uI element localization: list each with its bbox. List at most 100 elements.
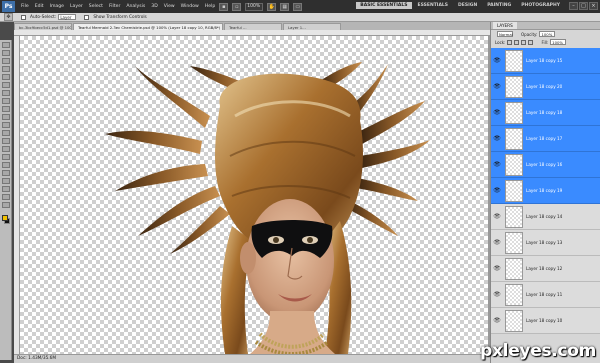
status-bar: Doc: 1.43M/35.6M — [14, 354, 490, 363]
path-selection-tool[interactable] — [2, 170, 10, 176]
visibility-eye-icon[interactable]: 👁 — [493, 239, 501, 247]
blend-opacity-row: Normal Opacity: 100% — [491, 30, 600, 38]
layer-row[interactable]: 👁 Layer 18 copy 12 — [491, 256, 600, 282]
layer-row[interactable]: 👁 Layer 18 copy 13 — [491, 230, 600, 256]
visibility-eye-icon[interactable]: 👁 — [493, 83, 501, 91]
marquee-tool[interactable] — [2, 50, 10, 56]
workspace-design[interactable]: DESIGN — [454, 2, 481, 9]
eraser-tool[interactable] — [2, 122, 10, 128]
shape-tool[interactable] — [2, 178, 10, 184]
move-tool[interactable] — [2, 42, 10, 48]
blur-tool[interactable] — [2, 138, 10, 144]
visibility-eye-icon[interactable]: 👁 — [493, 317, 501, 325]
menu-help[interactable]: Help — [205, 4, 215, 9]
menu-analysis[interactable]: Analysis — [126, 4, 145, 9]
document-tab-active[interactable]: Tearful Mermaid 2.3ec Chemistrie.psd @ 1… — [73, 23, 223, 30]
hand-tool[interactable] — [2, 194, 10, 200]
document-tab[interactable]: Tearful ... — [224, 23, 282, 30]
workspace-switcher: BASIC ESSENTIALS ESSENTIALS DESIGN PAINT… — [354, 2, 564, 9]
layer-name: Layer 18 copy 11 — [526, 292, 563, 297]
minimize-button[interactable]: – — [569, 2, 578, 10]
layer-row[interactable]: 👁 Layer 18 copy 15 — [491, 48, 600, 74]
layer-row[interactable]: 👁 Layer 18 copy 18 — [491, 100, 600, 126]
menu-edit[interactable]: Edit — [35, 4, 44, 9]
menu-filter[interactable]: Filter — [109, 4, 120, 9]
layer-row[interactable]: 👁 Layer 18 copy 11 — [491, 282, 600, 308]
menu-select[interactable]: Select — [89, 4, 103, 9]
lock-transparency-icon[interactable] — [507, 39, 513, 45]
menu-window[interactable]: Window — [181, 4, 199, 9]
options-bar: ✥ Auto-Select: Layer Show Transform Cont… — [0, 13, 600, 22]
show-transform-checkbox[interactable] — [84, 14, 90, 20]
layer-thumbnail — [505, 309, 523, 332]
auto-select-dropdown[interactable]: Layer — [58, 14, 77, 20]
visibility-eye-icon[interactable]: 👁 — [493, 161, 501, 169]
3d-rotate-tool[interactable] — [2, 186, 10, 192]
visibility-eye-icon[interactable]: 👁 — [493, 213, 501, 221]
layer-name: Layer 18 copy 16 — [526, 162, 563, 167]
opacity-input[interactable]: 100% — [539, 31, 556, 37]
menu-3d[interactable]: 3D — [151, 4, 157, 9]
layers-tab[interactable]: LAYERS — [493, 22, 517, 29]
quick-selection-tool[interactable] — [2, 66, 10, 72]
lock-label: Lock: — [495, 39, 506, 45]
layer-row[interactable]: 👁 Layer 18 copy 14 — [491, 204, 600, 230]
arrange-documents-icon[interactable]: ▦ — [280, 2, 290, 11]
layer-row[interactable]: 👁 Layer 18 copy 17 — [491, 126, 600, 152]
type-tool[interactable] — [2, 162, 10, 168]
dodge-tool[interactable] — [2, 146, 10, 152]
visibility-eye-icon[interactable]: 👁 — [493, 265, 501, 273]
pen-tool[interactable] — [2, 154, 10, 160]
visibility-eye-icon[interactable]: 👁 — [493, 187, 501, 195]
lock-all-icon[interactable] — [528, 39, 534, 45]
layer-row[interactable]: 👁 Layer 18 copy 10 — [491, 308, 600, 334]
menu-file[interactable]: File — [21, 4, 29, 9]
zoom-level-select[interactable]: 100% — [245, 2, 264, 11]
layer-row[interactable]: 👁 Layer 18 copy 20 — [491, 74, 600, 100]
fill-label: Fill: — [541, 39, 549, 45]
foreground-color-swatch[interactable] — [2, 215, 8, 221]
hand-tool-icon[interactable]: ✋ — [267, 2, 277, 11]
maximize-button[interactable]: □ — [579, 2, 588, 10]
layer-name: Layer 18 copy 20 — [526, 84, 563, 89]
move-tool-icon[interactable]: ✥ — [4, 13, 13, 21]
visibility-eye-icon[interactable]: 👁 — [493, 135, 501, 143]
auto-select-checkbox[interactable] — [21, 14, 26, 20]
gradient-tool[interactable] — [2, 130, 10, 136]
lock-pixels-icon[interactable] — [514, 39, 520, 45]
layer-row[interactable]: 👁 Layer 18 copy 16 — [491, 152, 600, 178]
screen-mode-icon[interactable]: ▭ — [293, 2, 303, 11]
healing-brush-tool[interactable] — [2, 90, 10, 96]
workspace-painting[interactable]: PAINTING — [483, 2, 515, 9]
menu-layer[interactable]: Layer — [70, 4, 83, 9]
workspace-photography[interactable]: PHOTOGRAPHY — [517, 2, 564, 9]
layer-row[interactable]: 👁 Layer 18 copy 19 — [491, 178, 600, 204]
document-tab[interactable]: Layer 1... — [283, 23, 341, 30]
menu-image[interactable]: Image — [50, 4, 64, 9]
history-brush-tool[interactable] — [2, 114, 10, 120]
photoshop-logo: Ps — [2, 1, 15, 12]
brush-tool[interactable] — [2, 98, 10, 104]
mini-bridge-icon[interactable]: ▫ — [232, 2, 242, 11]
bridge-icon[interactable]: ▪ — [219, 2, 229, 11]
eyedropper-tool[interactable] — [2, 82, 10, 88]
close-button[interactable]: × — [589, 2, 598, 10]
visibility-eye-icon[interactable]: 👁 — [493, 57, 501, 65]
layer-name: Layer 18 copy 17 — [526, 136, 563, 141]
lock-position-icon[interactable] — [521, 39, 527, 45]
layer-thumbnail — [505, 127, 523, 150]
document-tab[interactable]: bc-3bc9becc5d1.psd @ 100%... — [14, 23, 72, 30]
visibility-eye-icon[interactable]: 👁 — [493, 109, 501, 117]
workspace-basic-essentials[interactable]: BASIC ESSENTIALS — [356, 2, 412, 9]
zoom-tool[interactable] — [2, 202, 10, 208]
lasso-tool[interactable] — [2, 58, 10, 64]
crop-tool[interactable] — [2, 74, 10, 80]
document-canvas[interactable] — [20, 36, 488, 354]
visibility-eye-icon[interactable]: 👁 — [493, 291, 501, 299]
clone-stamp-tool[interactable] — [2, 106, 10, 112]
fill-input[interactable]: 100% — [550, 39, 567, 45]
workspace-essentials[interactable]: ESSENTIALS — [414, 2, 453, 9]
menu-view[interactable]: View — [164, 4, 175, 9]
document-tab-bar: bc-3bc9becc5d1.psd @ 100%... Tearful Mer… — [14, 22, 490, 30]
blend-mode-select[interactable]: Normal — [497, 31, 513, 37]
